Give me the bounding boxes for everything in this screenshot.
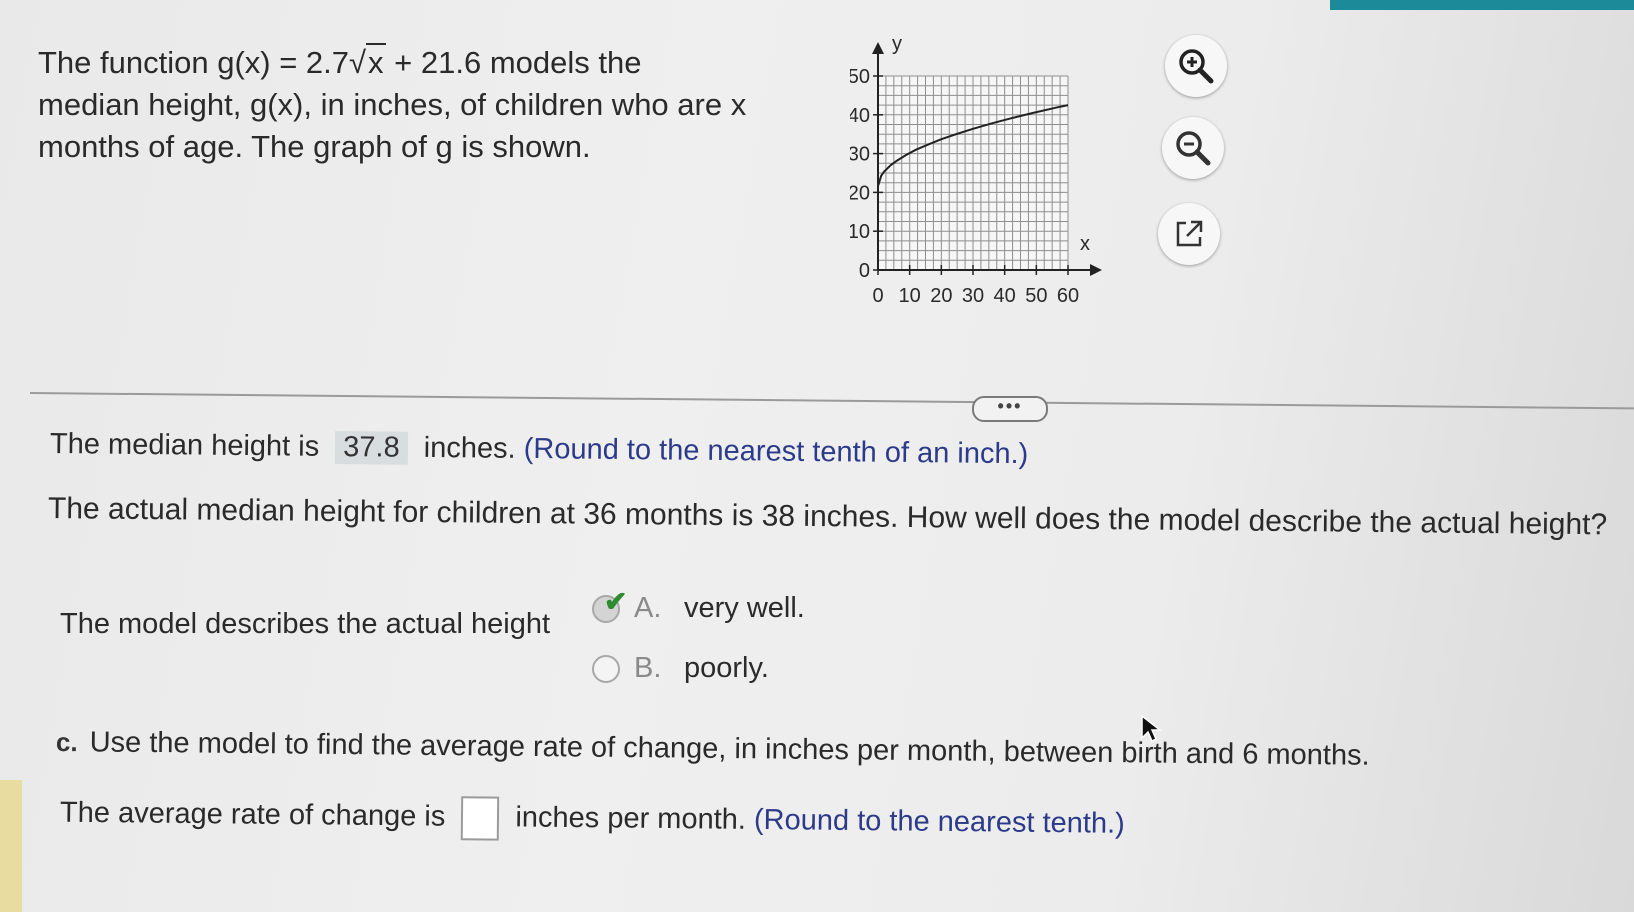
previous-answer-box: 37.8 [335, 430, 408, 465]
option-a-letter: A. [634, 592, 662, 624]
graph-svg: 0 10 20 30 40 50 0 10 20 30 40 50 60 x y [848, 33, 1102, 307]
option-a-text: very well. [684, 592, 805, 624]
x-tick-label: 30 [962, 285, 984, 307]
problem-statement: The function g(x) = 2.7√x + 21.6 models … [38, 42, 798, 168]
mouse-cursor-icon [1141, 714, 1163, 743]
y-tick-label: 40 [850, 105, 870, 127]
magnifier-minus-icon [1176, 131, 1211, 166]
checkmark-icon: ✔ [604, 585, 628, 617]
x-tick-label: 0 [872, 285, 883, 307]
problem-line-2: median height, g(x), in inches, of child… [38, 87, 747, 122]
option-b-letter: B. [634, 652, 662, 684]
left-accent-strip [0, 780, 22, 912]
y-axis-arrow [872, 42, 884, 54]
y-tick-label: 30 [850, 144, 870, 166]
y-tick-label: 0 [859, 260, 870, 282]
x-tick-label: 10 [899, 285, 921, 307]
sqrt-argument: x [366, 43, 386, 80]
y-tick-label: 20 [850, 182, 870, 204]
part-c-tag: c. [55, 727, 78, 758]
option-a-radio[interactable]: ✔ [592, 586, 627, 623]
y-tick-label: 10 [850, 221, 870, 243]
zoom-out-button[interactable] [1162, 117, 1224, 179]
magnifier-plus-icon [1179, 49, 1214, 84]
external-link-icon [1176, 220, 1203, 247]
y-axis-label: y [892, 33, 902, 55]
popout-button[interactable] [1158, 203, 1220, 265]
option-b-radio[interactable] [592, 654, 620, 683]
function-graph[interactable]: 0 10 20 30 40 50 0 10 20 30 40 50 60 x y [848, 28, 1150, 328]
zoom-in-button[interactable] [1165, 35, 1227, 97]
x-tick-label: 20 [930, 285, 952, 307]
y-tick-label: 50 [850, 66, 870, 88]
x-tick-label: 40 [994, 285, 1016, 307]
rate-rounding-hint: (Round to the nearest tenth.) [753, 803, 1125, 840]
x-axis-label: x [1080, 233, 1090, 255]
option-b[interactable]: B. poorly. [592, 652, 769, 685]
x-tick-label: 60 [1057, 285, 1079, 307]
option-b-text: poorly. [684, 652, 769, 684]
rounding-hint: (Round to the nearest tenth of an inch.) [523, 432, 1029, 471]
x-axis-arrow [1090, 264, 1102, 276]
x-tick-label: 50 [1025, 285, 1047, 307]
sqrt-sign: √ [349, 45, 367, 80]
option-a[interactable]: ✔ A. very well. [592, 586, 805, 625]
problem-line-1: The function g(x) = 2.7√x + 21.6 models … [38, 43, 642, 80]
problem-line-3: months of age. The graph of g is shown. [38, 129, 591, 164]
top-accent-strip [1330, 0, 1634, 10]
expand-more-button[interactable]: ••• [972, 396, 1048, 422]
rate-answer-input[interactable] [461, 796, 500, 841]
answer-stem: The model describes the actual height [60, 608, 551, 640]
